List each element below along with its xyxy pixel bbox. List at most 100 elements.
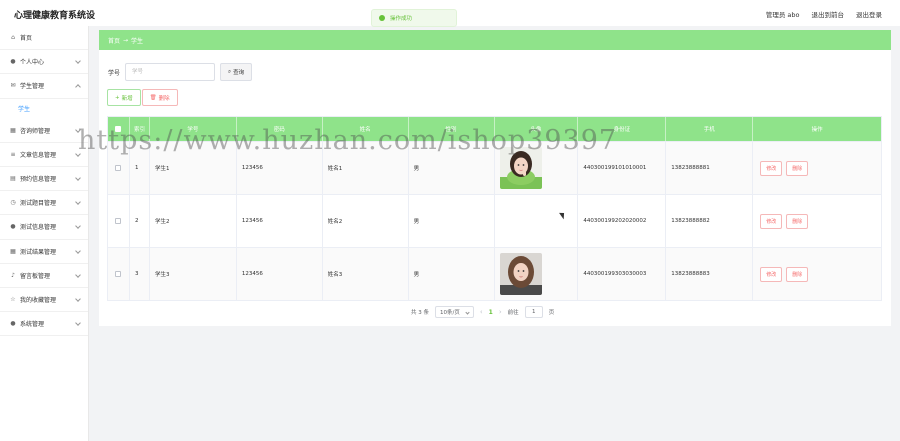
plus-icon: + (115, 94, 120, 101)
breadcrumb-current: 学生 (131, 37, 144, 45)
user-icon: ● (10, 320, 16, 328)
sidebar-item-label: 咨询师管理 (20, 127, 51, 135)
row-password: 123456 (237, 248, 323, 300)
bulk-delete-button[interactable]: 🗑 删除 (141, 89, 178, 106)
sidebar-item-students[interactable]: ✉ 学生管理 (0, 74, 88, 99)
add-button-label: 新增 (121, 95, 133, 102)
breadcrumb-home[interactable]: 首页 (108, 36, 120, 45)
sidebar-subitem-student[interactable]: 学生 (0, 98, 88, 119)
sidebar-item-label: 系统管理 (20, 321, 45, 329)
edit-button[interactable]: 修改 (760, 160, 783, 176)
prev-page-icon[interactable]: ‹ (480, 308, 483, 316)
search-icon: ⌕ (228, 68, 232, 75)
trash-icon: 🗑 (149, 94, 157, 101)
query-button[interactable]: ⌕ 查询 (220, 63, 253, 81)
student-id-search-input[interactable] (125, 63, 216, 81)
row-avatar-cell (495, 195, 579, 247)
header-actions: 操作 (811, 127, 823, 133)
next-page-icon[interactable]: › (499, 308, 502, 316)
chevron-down-icon (75, 247, 81, 254)
clock-icon: ◷ (10, 199, 16, 207)
row-gender: 男 (409, 195, 495, 247)
goto-label: 前往 (507, 310, 519, 316)
row-checkbox[interactable] (115, 165, 122, 171)
page-suffix: 页 (548, 310, 555, 316)
row-checkbox[interactable] (115, 218, 122, 224)
list-icon: ≡ (10, 150, 16, 158)
edit-button[interactable]: 修改 (760, 213, 783, 229)
grid-icon: ▦ (10, 126, 16, 134)
sidebar-item-test-results[interactable]: ▦ 测试结果管理 (0, 240, 88, 264)
chevron-down-icon (75, 175, 81, 181)
sidebar-item-counselors[interactable]: ▦ 咨询师管理 (0, 119, 88, 143)
sidebar-item-favorites[interactable]: ☆ 我的收藏管理 (0, 288, 88, 313)
sidebar-item-profile[interactable]: ● 个人中心 (0, 50, 88, 75)
row-index: 2 (130, 195, 150, 247)
row-phone: 13823888882 (666, 195, 754, 247)
breadcrumb: 首页 → 学生 (99, 30, 891, 50)
sidebar-item-test-info[interactable]: ● 测试信息管理 (0, 215, 88, 240)
exit-frontend-link[interactable]: 退出到前台 (812, 9, 845, 19)
logout-link[interactable]: 退出登录 (856, 9, 882, 19)
sidebar-item-label: 留言板管理 (20, 272, 51, 280)
star-icon: ☆ (10, 295, 16, 303)
sidebar-item-appointments[interactable]: ▤ 预约信息管理 (0, 167, 88, 192)
row-student-id: 学生3 (150, 248, 237, 300)
add-button[interactable]: + 新增 (107, 89, 141, 106)
row-checkbox[interactable] (115, 271, 122, 277)
avatar (499, 253, 542, 295)
action-row: + 新增 🗑 删除 (107, 89, 178, 106)
table-row: 3 学生3 123456 姓名3 男 440300199303030003 13… (108, 247, 881, 300)
sidebar-item-message-board[interactable]: ♪ 留言板管理 (0, 264, 88, 288)
sidebar-item-label: 测试信息管理 (20, 224, 57, 232)
mic-icon: ♪ (11, 271, 15, 279)
app-title: 心理健康教育系统设 (14, 11, 96, 21)
sidebar-item-label: 学生管理 (20, 83, 45, 91)
delete-button[interactable]: 删除 (786, 266, 809, 282)
chevron-down-icon (75, 296, 81, 302)
row-password: 123456 (237, 195, 323, 247)
sidebar-item-system[interactable]: ● 系统管理 (0, 312, 88, 337)
edit-button[interactable]: 修改 (760, 266, 783, 282)
goto-page-input[interactable]: 1 (524, 306, 543, 318)
row-actions: 修改 删除 (753, 195, 881, 247)
total-count: 共 3 条 (411, 310, 429, 316)
chevron-down-icon (75, 199, 81, 205)
page-size-select[interactable]: 10条/页 (435, 306, 474, 318)
row-actions: 修改 删除 (753, 248, 881, 300)
row-avatar-cell (495, 248, 579, 300)
main-panel: 首页 → 学生 学号 ⌕ 查询 + 新增 🗑 删除 索引 学号 密码 姓名 性别… (99, 30, 891, 326)
row-student-id: 学生2 (150, 195, 237, 247)
row-id-card: 440300199202020002 (578, 195, 667, 247)
delete-button[interactable]: 删除 (786, 213, 809, 229)
sidebar-item-articles[interactable]: ≡ 文章信息管理 (0, 143, 88, 167)
breadcrumb-separator: → (123, 36, 129, 44)
success-icon (379, 15, 385, 21)
user-icon: ● (10, 58, 16, 66)
sidebar-item-label: 首页 (20, 35, 33, 43)
delete-button[interactable]: 删除 (786, 160, 809, 176)
chevron-down-icon (75, 271, 81, 278)
chevron-down-icon (75, 58, 81, 65)
page-number-current[interactable]: 1 (489, 309, 493, 316)
row-gender: 男 (409, 248, 495, 300)
row-phone: 13823888881 (666, 142, 754, 194)
sidebar-item-label: 个人中心 (20, 59, 45, 67)
toast-message: 操作成功 (390, 16, 413, 22)
sidebar-item-test-questions[interactable]: ◷ 测试题目管理 (0, 191, 88, 216)
sidebar-item-label: 测试题目管理 (20, 200, 57, 208)
mail-icon: ✉ (10, 82, 16, 90)
sidebar-item-home[interactable]: ⌂ 首页 (0, 26, 88, 51)
table-row: 2 学生2 123456 姓名2 男 440300199202020002 13… (108, 194, 881, 247)
row-phone: 13823888883 (666, 248, 754, 300)
chevron-down-icon (75, 320, 81, 326)
admin-label: 管理员 abo (765, 11, 800, 19)
header-phone: 手机 (666, 117, 754, 141)
chevron-down-icon (465, 309, 470, 315)
row-name: 姓名3 (323, 248, 409, 300)
page-size-value: 10条/页 (440, 310, 460, 316)
bulk-delete-button-label: 删除 (158, 95, 170, 102)
grid-icon: ▦ (10, 247, 16, 255)
success-toast: 操作成功 (371, 9, 457, 27)
watermark: https://www.huzhan.com/ishop39397 (78, 125, 618, 156)
